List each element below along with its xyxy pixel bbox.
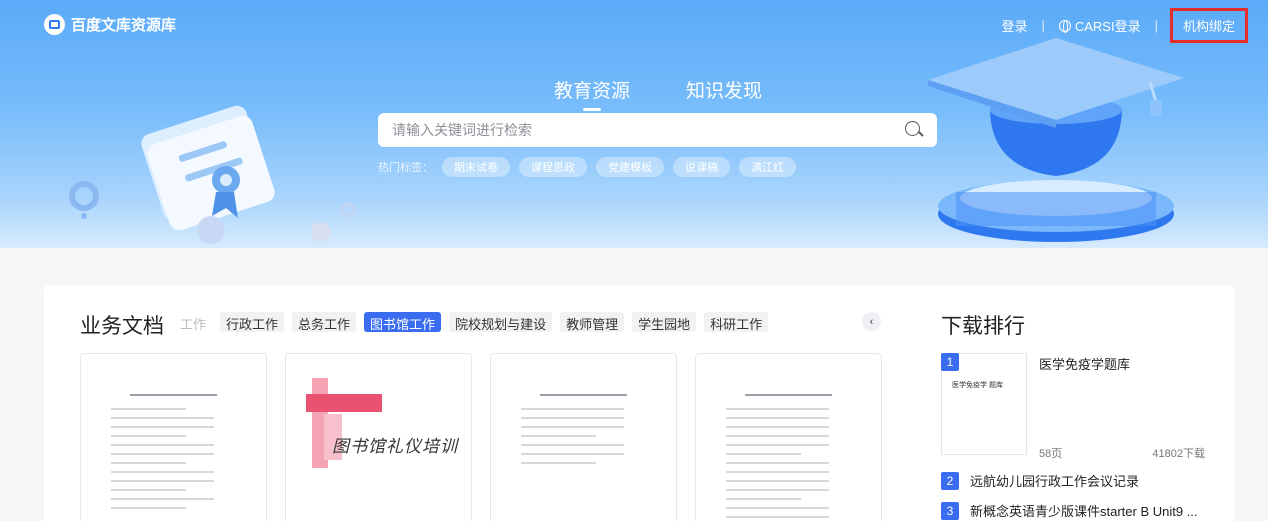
- rank-number: 2: [941, 471, 959, 490]
- hot-tag[interactable]: 课程思政: [519, 157, 587, 177]
- rank-number: 3: [941, 501, 959, 520]
- logo-icon: [44, 14, 65, 35]
- ranking-item-name: 医学免疫学题库: [1039, 357, 1131, 372]
- search-icon[interactable]: [905, 121, 923, 139]
- globe-icon: [1058, 19, 1071, 33]
- institution-bind-link[interactable]: 机构绑定: [1169, 8, 1248, 43]
- ranking-item-downloads: 41802下载: [1152, 448, 1205, 460]
- rank-number: 1: [941, 353, 959, 371]
- document-list: 图书馆礼仪培训: [80, 353, 882, 521]
- ranking-item-name: 新概念英语青少版课件starter B Unit9 ...: [970, 504, 1198, 519]
- ranking-item[interactable]: 3 新概念英语青少版课件starter B Unit9 ...: [941, 501, 1198, 520]
- category-tabs: 工作 行政工作 总务工作 图书馆工作 院校规划与建设 教师管理 学生园地 科研工…: [180, 312, 860, 332]
- document-thumbnail[interactable]: [490, 353, 677, 521]
- brand-name: 百度文库资源库: [71, 17, 177, 34]
- category-tab[interactable]: 教师管理: [560, 312, 625, 332]
- ranking-item[interactable]: 2 远航幼儿园行政工作会议记录: [941, 471, 1139, 490]
- search-input[interactable]: [392, 122, 905, 138]
- hero-banner: 百度文库资源库 登录 | CARSI登录 | 机构绑定 教育资源 知识发现 热门…: [0, 0, 1268, 248]
- nav-divider: |: [1041, 18, 1045, 33]
- search-bar: [378, 113, 937, 147]
- carsi-login-label: CARSI登录: [1074, 19, 1141, 34]
- ranking-thumbnail-text: 医学免疫学 题库: [952, 382, 1003, 389]
- chevron-left-icon[interactable]: ‹: [862, 312, 881, 331]
- hot-tag[interactable]: 党建模板: [596, 157, 664, 177]
- category-tab[interactable]: 行政工作: [220, 312, 285, 332]
- category-tab[interactable]: 院校规划与建设: [449, 312, 553, 332]
- download-ranking-title: 下载排行: [941, 315, 1025, 338]
- carsi-login-link[interactable]: CARSI登录: [1058, 16, 1141, 35]
- hot-tag[interactable]: 说课稿: [673, 157, 730, 177]
- brand-logo[interactable]: 百度文库资源库: [44, 14, 176, 35]
- document-cover-title: 图书馆礼仪培训: [332, 437, 458, 457]
- document-thumbnail[interactable]: [80, 353, 267, 521]
- tab-education-resources[interactable]: 教育资源: [554, 76, 630, 111]
- business-docs-title: 业务文档: [80, 315, 164, 338]
- hot-tags-label: 热门标签：: [378, 162, 433, 174]
- hot-tag[interactable]: 期末试卷: [442, 157, 510, 177]
- graduation-cap-illustration: [928, 38, 1184, 242]
- tab-knowledge-discovery[interactable]: 知识发现: [686, 76, 762, 111]
- ranking-item-name: 远航幼儿园行政工作会议记录: [970, 474, 1140, 489]
- category-tab[interactable]: 科研工作: [704, 312, 769, 332]
- category-tab[interactable]: 学生园地: [632, 312, 697, 332]
- hot-tag[interactable]: 满江红: [739, 157, 796, 177]
- resource-tabs: 教育资源 知识发现: [554, 76, 762, 111]
- ranking-item-pages: 58页: [1039, 448, 1063, 460]
- login-link[interactable]: 登录: [1001, 16, 1027, 35]
- category-tab-active[interactable]: 图书馆工作: [364, 312, 442, 332]
- hot-tags: 热门标签： 期末试卷 课程思政 党建模板 说课稿 满江红: [378, 157, 796, 177]
- category-tab[interactable]: 工作: [180, 312, 212, 332]
- top-navigation: 登录 | CARSI登录 | 机构绑定: [1001, 8, 1248, 43]
- category-tab[interactable]: 总务工作: [292, 312, 357, 332]
- document-illustration: [69, 105, 356, 244]
- document-thumbnail[interactable]: 图书馆礼仪培训: [285, 353, 472, 521]
- nav-divider: |: [1154, 18, 1158, 33]
- document-thumbnail[interactable]: [695, 353, 882, 521]
